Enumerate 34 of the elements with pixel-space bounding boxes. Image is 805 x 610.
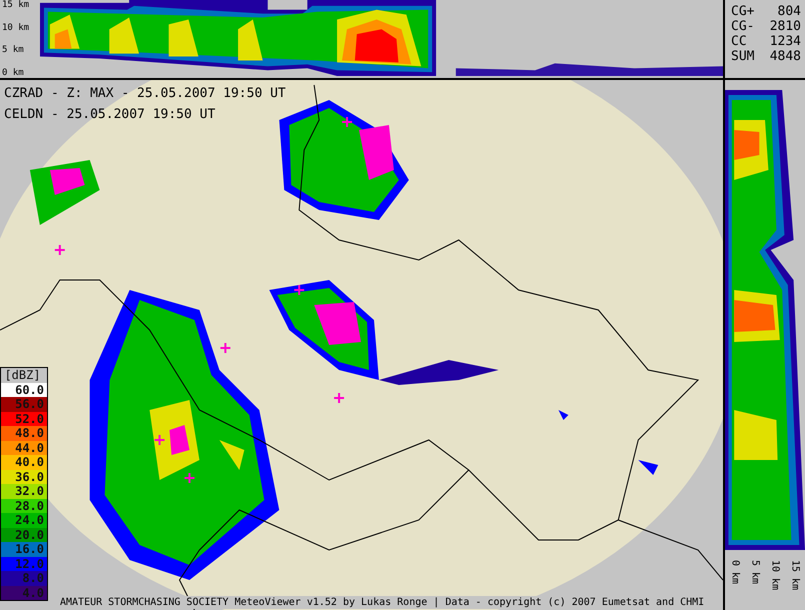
legend-swatch: 40.0: [1, 455, 47, 470]
map-title: CZRAD - Z: MAX - 25.05.2007 19:50 UT: [4, 85, 286, 103]
legend-swatch: 12.0: [1, 556, 47, 571]
stat-value: 2810: [770, 19, 801, 34]
legend-swatch: 56.0: [1, 397, 47, 412]
stat-value: 1234: [770, 34, 801, 49]
axis-label: 5 km: [2, 45, 25, 56]
axis-label: 0 km: [730, 560, 740, 586]
legend-swatch: 4.0: [1, 586, 47, 600]
legend-swatch: 20.0: [1, 528, 47, 542]
map-title: CELDN - 25.05.2007 19:50 UT: [4, 106, 216, 124]
legend-swatch: 32.0: [1, 484, 47, 498]
legend-swatch: 52.0: [1, 412, 47, 426]
axis-label: 5 km: [750, 560, 760, 586]
legend-swatch: 28.0: [1, 498, 47, 513]
legend-swatch: 24.0: [1, 513, 47, 528]
axis-label: 0 km: [2, 68, 25, 78]
stat-label: SUM: [731, 49, 754, 64]
legend-unit: [dBZ]: [3, 368, 42, 382]
axis-label: 15 km: [2, 0, 30, 10]
stat-value: 804: [778, 4, 801, 19]
stat-label: CG+: [731, 4, 754, 19]
legend-swatch: 44.0: [1, 440, 47, 455]
axis-label: 10 km: [770, 560, 780, 592]
legend-swatch: 16.0: [1, 542, 47, 556]
stat-label: CC: [731, 34, 747, 49]
stat-label: CG-: [731, 19, 754, 34]
legend-swatch: 60.0: [1, 382, 47, 397]
legend-swatch: 8.0: [1, 571, 47, 586]
axis-label: 10 km: [2, 22, 30, 33]
axis-label: 15 km: [790, 560, 800, 592]
stat-value: 4848: [770, 49, 801, 64]
legend-swatch: 48.0: [1, 426, 47, 440]
legend-swatch: 36.0: [1, 470, 47, 484]
